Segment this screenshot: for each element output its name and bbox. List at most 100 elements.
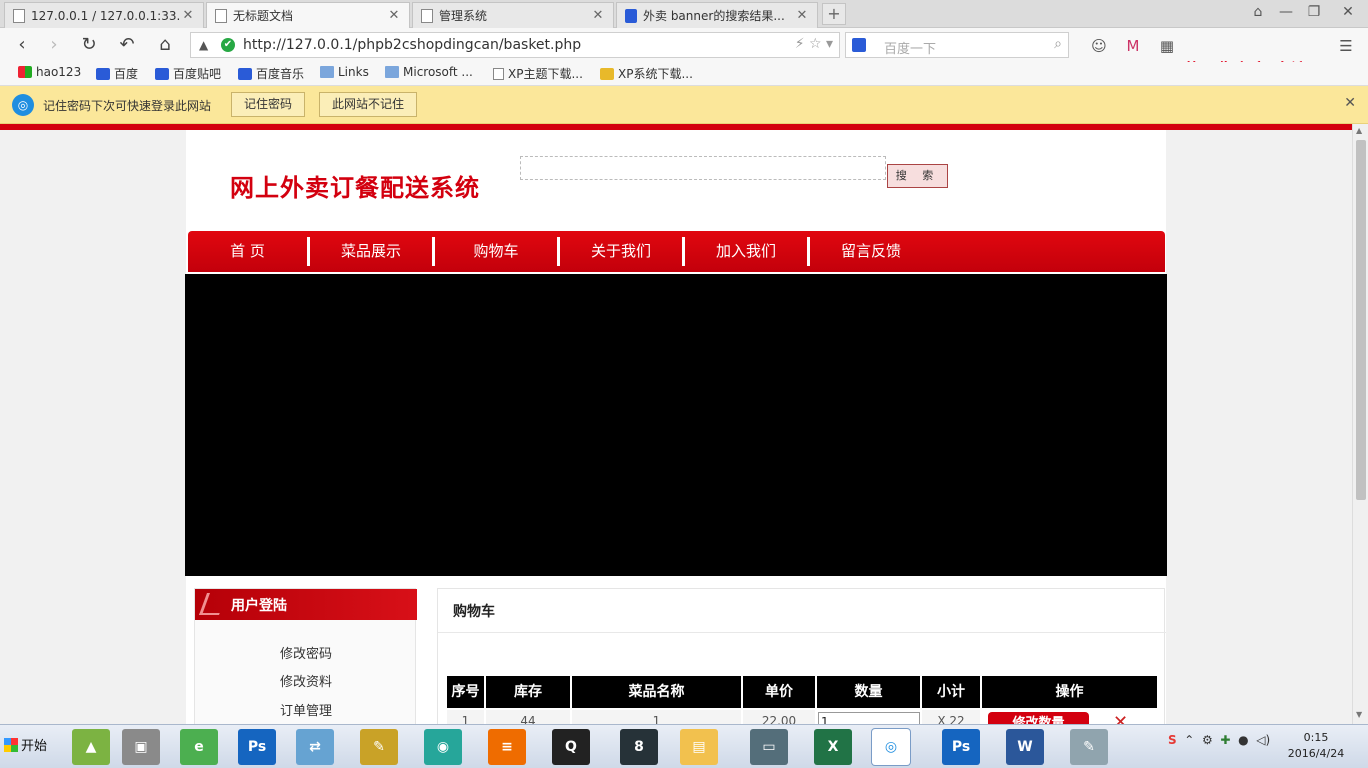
clock-time: 0:15 bbox=[1303, 731, 1329, 744]
app-8-icon[interactable]: 8 bbox=[620, 729, 658, 765]
nav-about[interactable]: 关于我们 bbox=[560, 231, 682, 272]
bookmark-microsoft[interactable]: Microsoft ... bbox=[385, 65, 473, 79]
close-icon[interactable]: ✕ bbox=[387, 8, 401, 23]
start-label: 开始 bbox=[21, 739, 48, 754]
close-window-icon[interactable]: ✕ bbox=[1338, 4, 1358, 20]
skin-icon[interactable]: ⌂ bbox=[1248, 4, 1268, 20]
bookmark-links[interactable]: Links bbox=[320, 65, 369, 79]
photoshop-icon[interactable]: Ps bbox=[942, 729, 980, 765]
site-search-input[interactable] bbox=[520, 156, 886, 180]
reload-icon[interactable]: ↻ bbox=[78, 34, 100, 56]
bookmark-xp-system[interactable]: XP系统下载... bbox=[600, 65, 693, 82]
bookmark-label: 百度贴吧 bbox=[173, 67, 222, 81]
browser-icon[interactable]: ◎ bbox=[872, 729, 910, 765]
tray-app-icon[interactable]: ⚙ bbox=[1198, 733, 1213, 747]
bookmark-baidu[interactable]: 百度 bbox=[96, 65, 138, 82]
tab-baidu-search[interactable]: 外卖 banner的搜索结果... ✕ bbox=[616, 2, 818, 28]
nav-home[interactable]: 首 页 bbox=[188, 231, 307, 272]
bookmark-xp-theme[interactable]: XP主题下载... bbox=[493, 65, 583, 82]
order-management-link[interactable]: 订单管理 bbox=[195, 700, 417, 719]
nav-feedback[interactable]: 留言反馈 bbox=[810, 231, 932, 272]
site-logo[interactable]: 网上外卖订餐配送系统 bbox=[230, 168, 480, 203]
volume-icon[interactable]: ◁) bbox=[1252, 733, 1270, 747]
sogou-icon[interactable]: S bbox=[1168, 733, 1177, 747]
tray-expand-icon[interactable]: ⌃ bbox=[1180, 733, 1194, 747]
col-header-price: 单价 bbox=[743, 676, 817, 708]
word-icon[interactable]: W bbox=[1006, 729, 1044, 765]
col-header-index: 序号 bbox=[447, 676, 486, 708]
scroll-up-icon[interactable]: ▲ bbox=[1356, 126, 1362, 135]
edit-quantity-button[interactable]: 修改数量 bbox=[988, 712, 1089, 724]
scroll-down-icon[interactable]: ▼ bbox=[1356, 710, 1362, 719]
url-text[interactable]: http://127.0.0.1/phpb2cshopdingcan/baske… bbox=[243, 37, 581, 53]
globe-icon[interactable]: ◉ bbox=[424, 729, 462, 765]
baidu-icon bbox=[155, 67, 169, 80]
device-manager-icon[interactable]: ▣ bbox=[122, 729, 160, 765]
close-icon[interactable]: ✕ bbox=[591, 8, 605, 23]
android-icon[interactable]: ▲ bbox=[72, 729, 110, 765]
tray-plus-icon[interactable]: ✚ bbox=[1217, 733, 1230, 747]
tab-admin[interactable]: 管理系统 ✕ bbox=[412, 2, 614, 28]
nav-join[interactable]: 加入我们 bbox=[685, 231, 807, 272]
address-toolbar: ‹ › ↻ ↶ ⌂ ▲ ✔ http://127.0.0.1/phpb2csho… bbox=[0, 28, 1368, 81]
bookmark-tieba[interactable]: 百度贴吧 bbox=[155, 65, 221, 82]
undo-close-icon[interactable]: ↶ bbox=[112, 34, 142, 56]
remote-desktop-icon[interactable]: ▭ bbox=[750, 729, 788, 765]
password-save-bar: ◎ 记住密码下次可快速登录此网站 记住密码 此网站不记住 ✕ bbox=[0, 86, 1368, 124]
ie-icon[interactable]: e bbox=[180, 729, 218, 765]
nav-cart[interactable]: 购物车 bbox=[435, 231, 557, 272]
secure-icon: ✔ bbox=[221, 38, 235, 52]
menu-icon[interactable]: ☰ bbox=[1337, 37, 1355, 55]
photoshop-icon[interactable]: Ps bbox=[238, 729, 276, 765]
bookmark-star-icon[interactable]: ⚡ ☆ ▾ bbox=[795, 36, 833, 52]
back-icon[interactable]: ‹ bbox=[11, 34, 33, 56]
start-button[interactable]: 开始 bbox=[4, 735, 47, 754]
site-search-button[interactable]: 搜 索 bbox=[887, 164, 948, 188]
tools-icon[interactable]: ✎ bbox=[360, 729, 398, 765]
vertical-scrollbar[interactable]: ▲ ▼ bbox=[1352, 124, 1368, 724]
close-icon[interactable]: ✕ bbox=[181, 8, 195, 23]
search-box[interactable]: 百度一下 ⌕ bbox=[845, 32, 1069, 58]
edit-profile-link[interactable]: 修改资料 bbox=[195, 671, 417, 690]
bookmark-label: Links bbox=[338, 65, 369, 79]
tab-untitled[interactable]: 无标题文档 ✕ bbox=[206, 2, 410, 28]
database-icon[interactable]: ≡ bbox=[488, 729, 526, 765]
bookmark-music[interactable]: 百度音乐 bbox=[238, 65, 304, 82]
scrollbar-thumb[interactable] bbox=[1356, 140, 1366, 500]
clock[interactable]: 0:15 2016/4/24 bbox=[1282, 730, 1350, 762]
main-nav: 首 页 菜品展示 购物车 关于我们 加入我们 留言反馈 bbox=[188, 231, 1165, 272]
page-viewport: 网上外卖订餐配送系统 搜 索 首 页 菜品展示 购物车 关于我们 加入我们 留言… bbox=[0, 124, 1352, 724]
restore-icon[interactable]: ❐ bbox=[1304, 4, 1324, 20]
close-icon[interactable]: ✕ bbox=[1344, 95, 1356, 111]
nav-menu[interactable]: 菜品展示 bbox=[310, 231, 432, 272]
excel-icon[interactable]: X bbox=[814, 729, 852, 765]
qq-icon[interactable]: Q bbox=[552, 729, 590, 765]
network-icon[interactable]: ⇄ bbox=[296, 729, 334, 765]
explorer-icon[interactable]: ▤ bbox=[680, 729, 718, 765]
bookmark-hao123[interactable]: hao123 bbox=[18, 65, 81, 79]
delete-icon[interactable]: ✕ bbox=[1113, 712, 1128, 724]
cell-index: 1 bbox=[447, 710, 484, 724]
change-password-link[interactable]: 修改密码 bbox=[195, 643, 417, 662]
search-icon[interactable]: ⌕ bbox=[1054, 36, 1062, 52]
apps-icon[interactable]: ▦ bbox=[1158, 37, 1176, 55]
remember-password-button[interactable]: 记住密码 bbox=[231, 92, 306, 117]
home-icon[interactable]: ⌂ bbox=[154, 34, 176, 56]
cell-subtotal: X 22 bbox=[922, 710, 980, 724]
notepad-icon[interactable]: ✎ bbox=[1070, 729, 1108, 765]
tab-phpmyadmin[interactable]: 127.0.0.1 / 127.0.0.1:33... ✕ bbox=[4, 2, 204, 28]
close-icon[interactable]: ✕ bbox=[795, 8, 809, 23]
search-input[interactable]: 百度一下 bbox=[884, 38, 936, 57]
m-icon[interactable]: M bbox=[1124, 37, 1142, 55]
tab-label: 管理系统 bbox=[439, 9, 488, 23]
new-tab-button[interactable]: + bbox=[822, 3, 846, 25]
chat-icon[interactable]: ☺ bbox=[1090, 37, 1108, 55]
page-icon bbox=[493, 67, 504, 80]
minimize-icon[interactable]: — bbox=[1276, 4, 1296, 20]
address-bar[interactable]: ▲ ✔ http://127.0.0.1/phpb2cshopdingcan/b… bbox=[190, 32, 840, 58]
forward-icon[interactable]: › bbox=[43, 34, 65, 56]
col-header-action: 操作 bbox=[982, 676, 1157, 708]
quantity-input[interactable]: 1 bbox=[818, 712, 920, 724]
never-remember-button[interactable]: 此网站不记住 bbox=[319, 92, 418, 117]
qq-tray-icon[interactable]: ● bbox=[1234, 733, 1248, 747]
